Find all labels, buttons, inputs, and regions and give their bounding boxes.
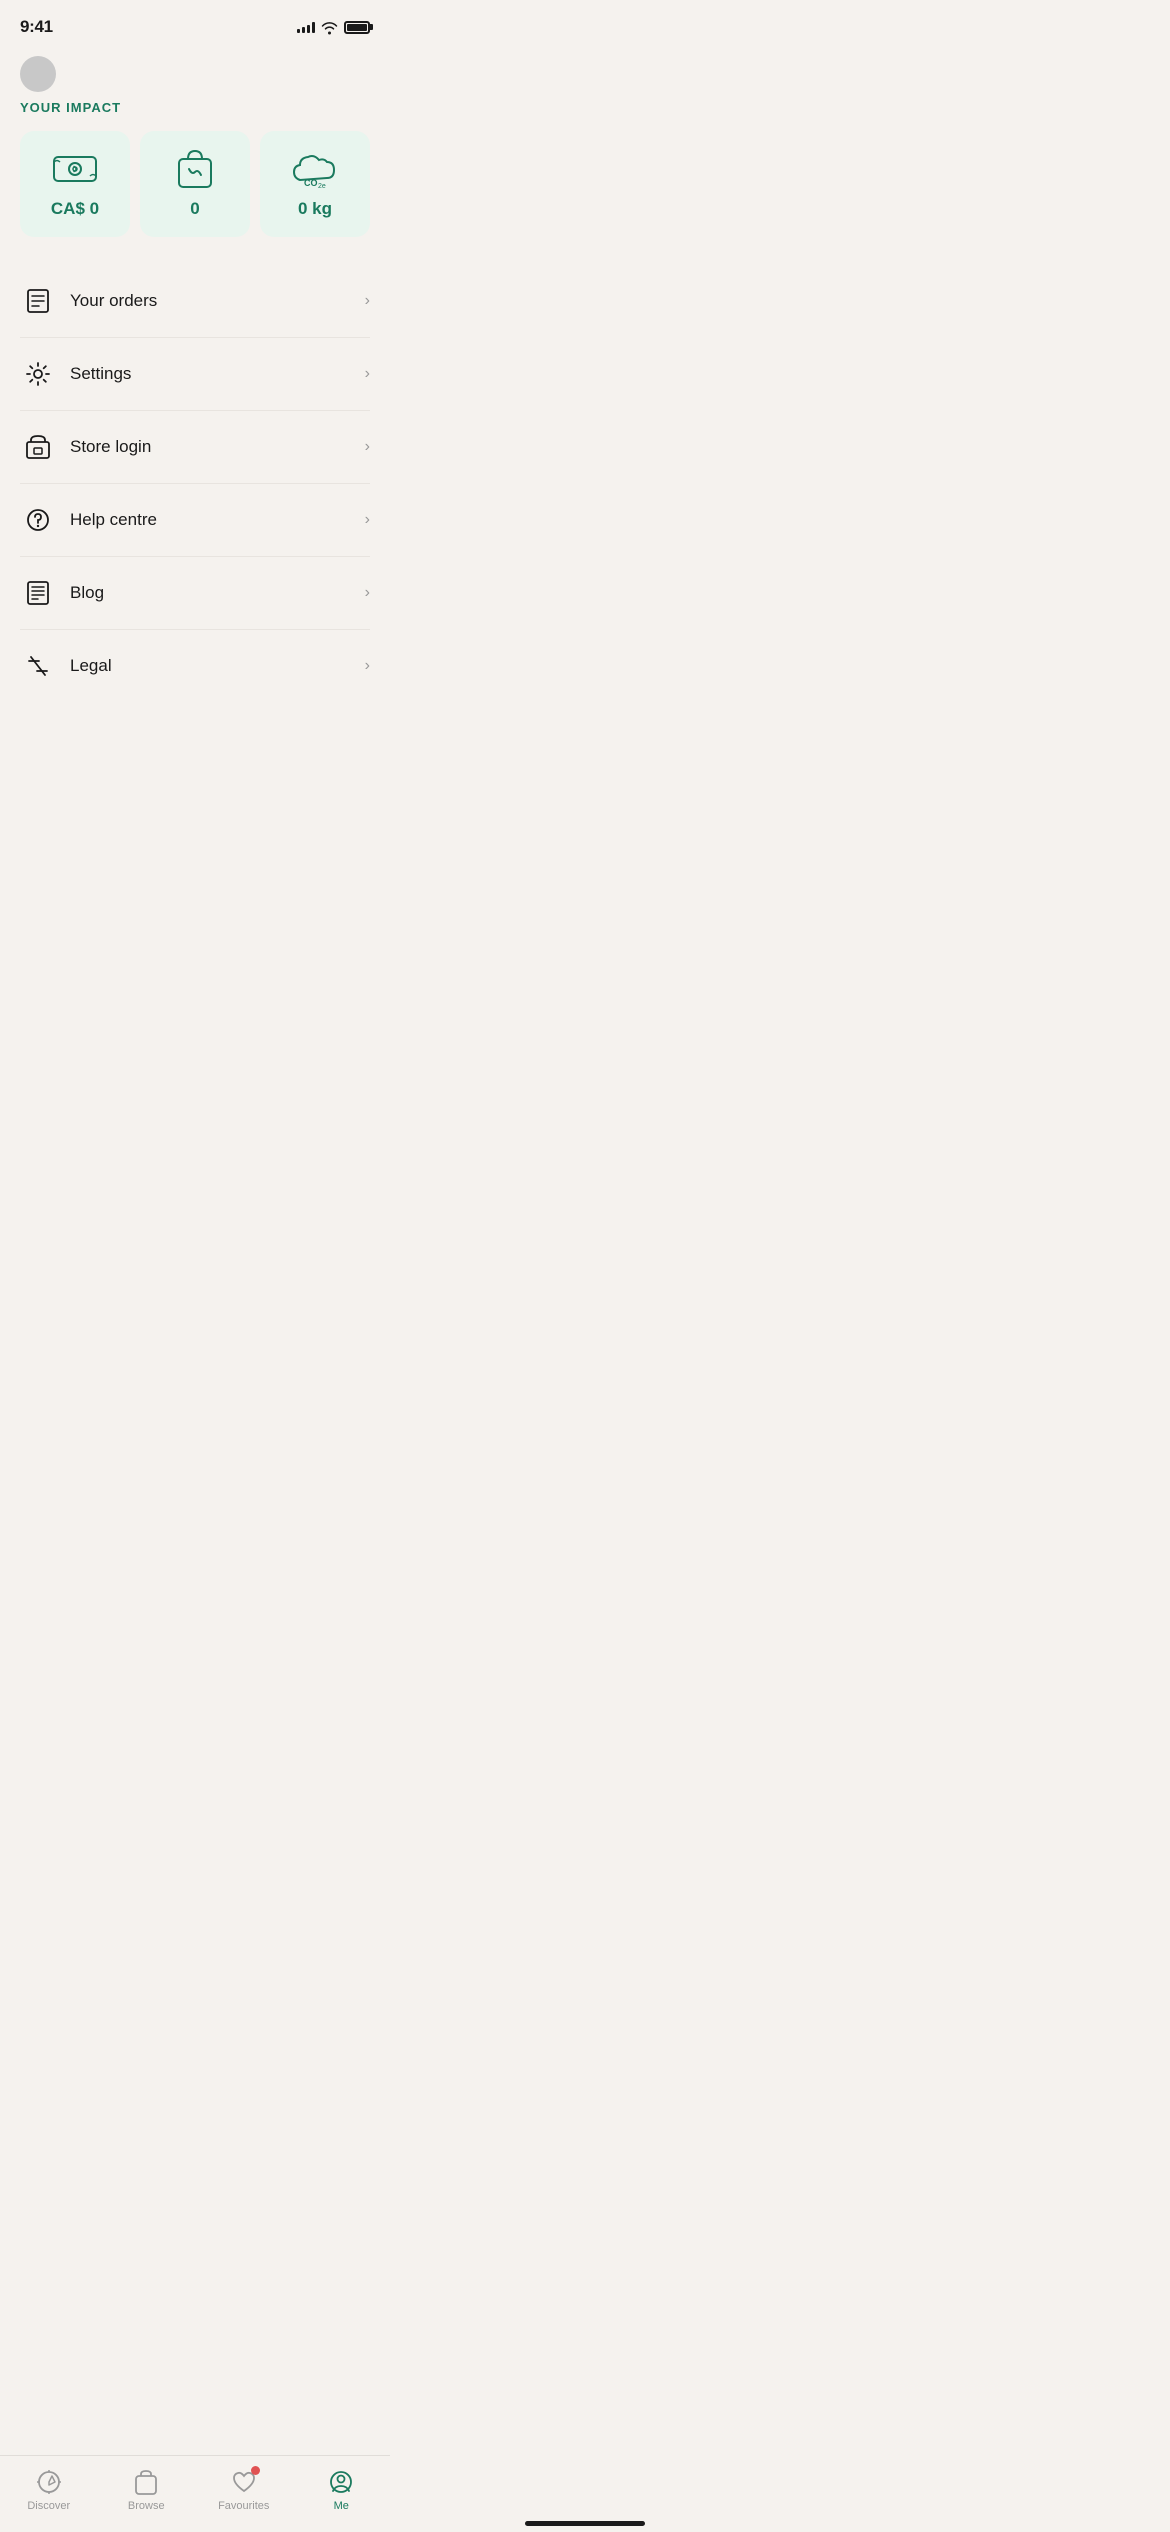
menu-item-blog[interactable]: Blog › (20, 557, 370, 630)
orders-icon (20, 283, 56, 319)
nav-item-browse[interactable]: Browse (98, 2468, 196, 2512)
help-icon (20, 502, 56, 538)
help-chevron: › (365, 511, 370, 529)
legal-chevron: › (365, 657, 370, 675)
legal-label: Legal (56, 656, 365, 676)
status-bar: 9:41 (0, 0, 390, 48)
legal-icon (20, 648, 56, 684)
bags-value: 0 (190, 199, 199, 219)
store-login-label: Store login (56, 437, 365, 457)
section-title: YOUR IMPACT (0, 96, 390, 131)
discover-label: Discover (27, 2500, 70, 2512)
store-login-chevron: › (365, 438, 370, 456)
avatar (20, 56, 56, 92)
co2-value: 0 kg (298, 199, 332, 219)
impact-cards: CA$ 0 0 CO 2e 0 kg (0, 131, 390, 265)
me-label: Me (334, 2500, 349, 2512)
svg-text:CO: CO (304, 178, 318, 188)
co2-icon: CO 2e (291, 151, 339, 187)
status-icons (297, 21, 370, 34)
discover-icon (35, 2468, 63, 2496)
me-icon (327, 2468, 355, 2496)
bags-icon (171, 151, 219, 187)
favourites-badge (251, 2466, 260, 2475)
cash-value: CA$ 0 (51, 199, 99, 219)
favourites-label: Favourites (218, 2500, 269, 2512)
impact-card-bags: 0 (140, 131, 250, 237)
help-label: Help centre (56, 510, 365, 530)
bottom-nav: Discover Browse Favourites (0, 2455, 390, 2532)
menu-item-legal[interactable]: Legal › (20, 630, 370, 702)
nav-item-me[interactable]: Me (293, 2468, 391, 2512)
menu-item-settings[interactable]: Settings › (20, 338, 370, 411)
orders-label: Your orders (56, 291, 365, 311)
browse-icon (132, 2468, 160, 2496)
blog-chevron: › (365, 584, 370, 602)
blog-label: Blog (56, 583, 365, 603)
menu-list: Your orders › Settings › Store login › (0, 265, 390, 702)
blog-icon (20, 575, 56, 611)
favourites-icon (230, 2468, 258, 2496)
settings-label: Settings (56, 364, 365, 384)
menu-item-help[interactable]: Help centre › (20, 484, 370, 557)
home-indicator (525, 2521, 645, 2526)
browse-label: Browse (128, 2500, 165, 2512)
status-time: 9:41 (20, 17, 53, 37)
settings-icon (20, 356, 56, 392)
nav-item-favourites[interactable]: Favourites (195, 2468, 293, 2512)
cash-icon (51, 151, 99, 187)
nav-item-discover[interactable]: Discover (0, 2468, 98, 2512)
store-login-icon (20, 429, 56, 465)
wifi-icon (321, 21, 338, 34)
svg-text:2e: 2e (318, 183, 326, 190)
battery-icon (344, 21, 370, 34)
menu-item-store-login[interactable]: Store login › (20, 411, 370, 484)
menu-item-orders[interactable]: Your orders › (20, 265, 370, 338)
settings-chevron: › (365, 365, 370, 383)
signal-icon (297, 21, 315, 33)
impact-card-cash: CA$ 0 (20, 131, 130, 237)
impact-card-co2: CO 2e 0 kg (260, 131, 370, 237)
orders-chevron: › (365, 292, 370, 310)
